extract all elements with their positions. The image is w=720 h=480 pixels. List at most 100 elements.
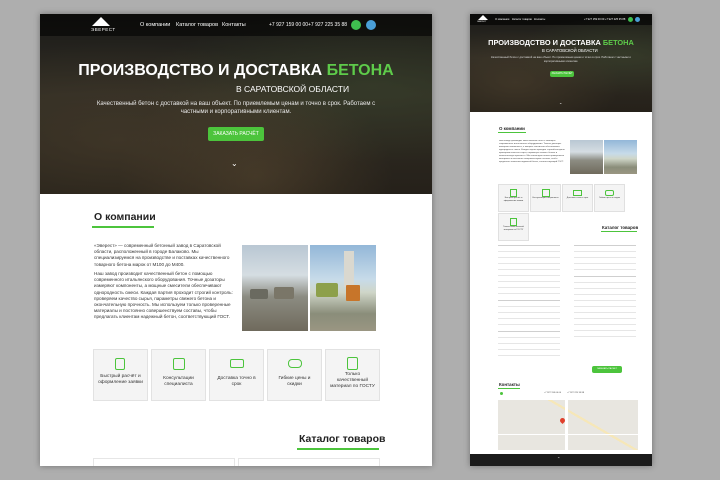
mobile-contacts-underline (498, 388, 520, 389)
mobile-truck-icon (573, 190, 582, 196)
handshake-icon (288, 359, 302, 368)
mobile-about-title: О компании (499, 126, 525, 131)
mobile-feature-1: Быстрый расчёт и оформление заявки (498, 184, 529, 212)
hero-subtitle: В САРАТОВСКОЙ ОБЛАСТИ (236, 84, 350, 94)
mobile-certificate-icon (510, 218, 517, 226)
mobile-feature-4: Гибкие цены и скидки (594, 184, 625, 212)
mobile-order-calc-button[interactable]: ЗАКАЗАТЬ РАСЧЁТ (550, 71, 574, 77)
mobile-contacts-phone-1[interactable]: +7 927 159 00 00 (544, 392, 561, 394)
table-header (498, 294, 560, 301)
phone-1[interactable]: +7 927 159 00 00 (269, 22, 308, 28)
mobile-plant-photo-2 (604, 140, 637, 174)
consultant-icon (173, 358, 185, 370)
map-pin-icon[interactable] (558, 416, 567, 425)
table-row (574, 331, 636, 337)
desktop-mockup: ЭВЕРЕСТ О компании Каталог товаров Конта… (40, 14, 432, 466)
feature-label-4: Гибкие цены и скидки (278, 376, 311, 387)
mobile-hero-lead: Качественный бетон с доставкой на ваш об… (491, 56, 631, 63)
mobile-consultant-icon (542, 189, 550, 197)
mobile-about-underline (498, 132, 526, 133)
mobile-phone-2[interactable]: +7 927 225 35 88 (605, 18, 625, 21)
mobile-feature-3: Доставка точно в срок (562, 184, 593, 212)
mobile-feature-label-3: Доставка точно в срок (566, 197, 589, 199)
catalog-table-left (93, 458, 235, 466)
hero-lead: Качественный бетон с доставкой на ваш об… (96, 101, 376, 115)
mobile-feature-label-5: Только качественный материал по ГОСТУ (503, 226, 524, 231)
mobile-hero-title: ПРОИЗВОДСТВО И ДОСТАВКА БЕТОНА (488, 38, 634, 47)
mountain-logo-icon (92, 17, 110, 26)
table-row (498, 350, 560, 356)
whatsapp-icon[interactable] (351, 20, 361, 30)
mobile-logo-text: ЭВЕРЕСТ (477, 21, 487, 23)
mobile-chevron-down-icon[interactable]: ⌄ (559, 100, 562, 105)
mobile-nav-about[interactable]: О компании (495, 18, 509, 21)
hero-title-accent: БЕТОНА (326, 62, 394, 79)
logo-text: ЭВЕРЕСТ (91, 27, 116, 32)
feature-label-3: Доставка точно в срок (217, 376, 256, 387)
nav-catalog[interactable]: Каталог товаров (176, 22, 218, 28)
mobile-nav-catalog[interactable]: Каталог товаров (512, 18, 532, 21)
mobile-handshake-icon (605, 190, 614, 196)
table-header (498, 239, 560, 246)
mobile-top-nav: ЭВЕРЕСТ О компании Каталог товаров Конта… (470, 14, 652, 25)
feature-card-2: Консультации специалиста (151, 349, 206, 401)
about-paragraph-1: «Эверест» — современный бетонный завод в… (94, 243, 230, 267)
mobile-catalog-table-right (574, 239, 636, 359)
table-header (498, 325, 560, 332)
mobile-nav-contacts[interactable]: Контакты (534, 18, 545, 21)
mobile-plant-photo-1 (570, 140, 603, 174)
mobile-feature-label-2: Консультации специалиста (532, 197, 559, 199)
mobile-feature-2: Консультации специалиста (530, 184, 561, 212)
mobile-catalog-title: Каталог товаров (602, 225, 639, 230)
feature-card-1: Быстрый расчёт и оформление заявки (93, 349, 148, 401)
logo[interactable]: ЭВЕРЕСТ (91, 17, 116, 32)
about-paragraph-2: Наш завод производит качественный бетон … (94, 271, 233, 320)
mobile-scroll-up-icon[interactable]: ⌃ (557, 456, 560, 461)
map[interactable] (498, 400, 638, 450)
chevron-down-icon[interactable]: ⌄ (231, 159, 238, 168)
mobile-catalog-order-button[interactable]: ЗАКАЗАТЬ РАСЧЁТ (592, 366, 622, 373)
table-header (574, 239, 636, 246)
about-title: О компании (94, 211, 156, 223)
hero-title: ПРОИЗВОДСТВО И ДОСТАВКА БЕТОНА (78, 62, 394, 79)
nav-about[interactable]: О компании (140, 22, 170, 28)
calculator-icon (115, 358, 125, 370)
catalog-title: Каталог товаров (299, 433, 386, 445)
truck-icon (230, 359, 244, 368)
catalog-table-right (238, 458, 380, 466)
feature-card-5: Только качественный материал по ГОСТУ (325, 349, 380, 401)
telegram-icon[interactable] (366, 20, 376, 30)
mobile-footer: ⌃ (470, 454, 652, 466)
about-underline (92, 226, 154, 228)
mobile-calculator-icon (510, 189, 517, 197)
feature-label-1: Быстрый расчёт и оформление заявки (98, 374, 143, 385)
phone-2[interactable]: +7 927 225 35 88 (308, 22, 347, 28)
table-header (574, 270, 636, 277)
mobile-contacts-phone-2[interactable]: +7 927 225 35 88 (567, 392, 584, 394)
feature-label-5: Только качественный материал по ГОСТУ (330, 372, 375, 389)
order-calc-button[interactable]: ЗАКАЗАТЬ РАСЧЁТ (208, 127, 264, 141)
mobile-about-text: Наш завод производит качественный бетон … (499, 140, 566, 163)
feature-card-4: Гибкие цены и скидки (267, 349, 322, 401)
plant-photo-1 (242, 245, 308, 331)
mobile-logo-icon[interactable] (478, 15, 488, 20)
certificate-icon (347, 357, 358, 370)
mobile-catalog-underline (601, 231, 637, 232)
mobile-phone-1[interactable]: +7 927 159 00 00 (584, 18, 604, 21)
mobile-hero-subtitle: В САРАТОВСКОЙ ОБЛАСТИ (542, 48, 598, 53)
top-nav: ЭВЕРЕСТ О компании Каталог товаров Конта… (40, 14, 432, 36)
mobile-feature-label-1: Быстрый расчёт и оформление заявки (503, 197, 524, 202)
nav-contacts[interactable]: Контакты (222, 22, 246, 28)
mobile-feature-5: Только качественный материал по ГОСТУ (498, 213, 529, 241)
mobile-telegram-icon[interactable] (635, 17, 640, 22)
catalog-underline (297, 448, 379, 450)
mobile-hero-title-accent: БЕТОНА (602, 38, 634, 47)
mobile-mockup: ЭВЕРЕСТ О компании Каталог товаров Конта… (470, 14, 652, 466)
feature-label-2: Консультации специалиста (163, 376, 194, 387)
mobile-whatsapp-icon[interactable] (628, 17, 633, 22)
mobile-feature-label-4: Гибкие цены и скидки (599, 197, 620, 199)
mobile-contacts-title: Контакты (499, 382, 520, 387)
mobile-location-icon (500, 392, 503, 395)
plant-photo-2 (310, 245, 376, 331)
feature-card-3: Доставка точно в срок (209, 349, 264, 401)
